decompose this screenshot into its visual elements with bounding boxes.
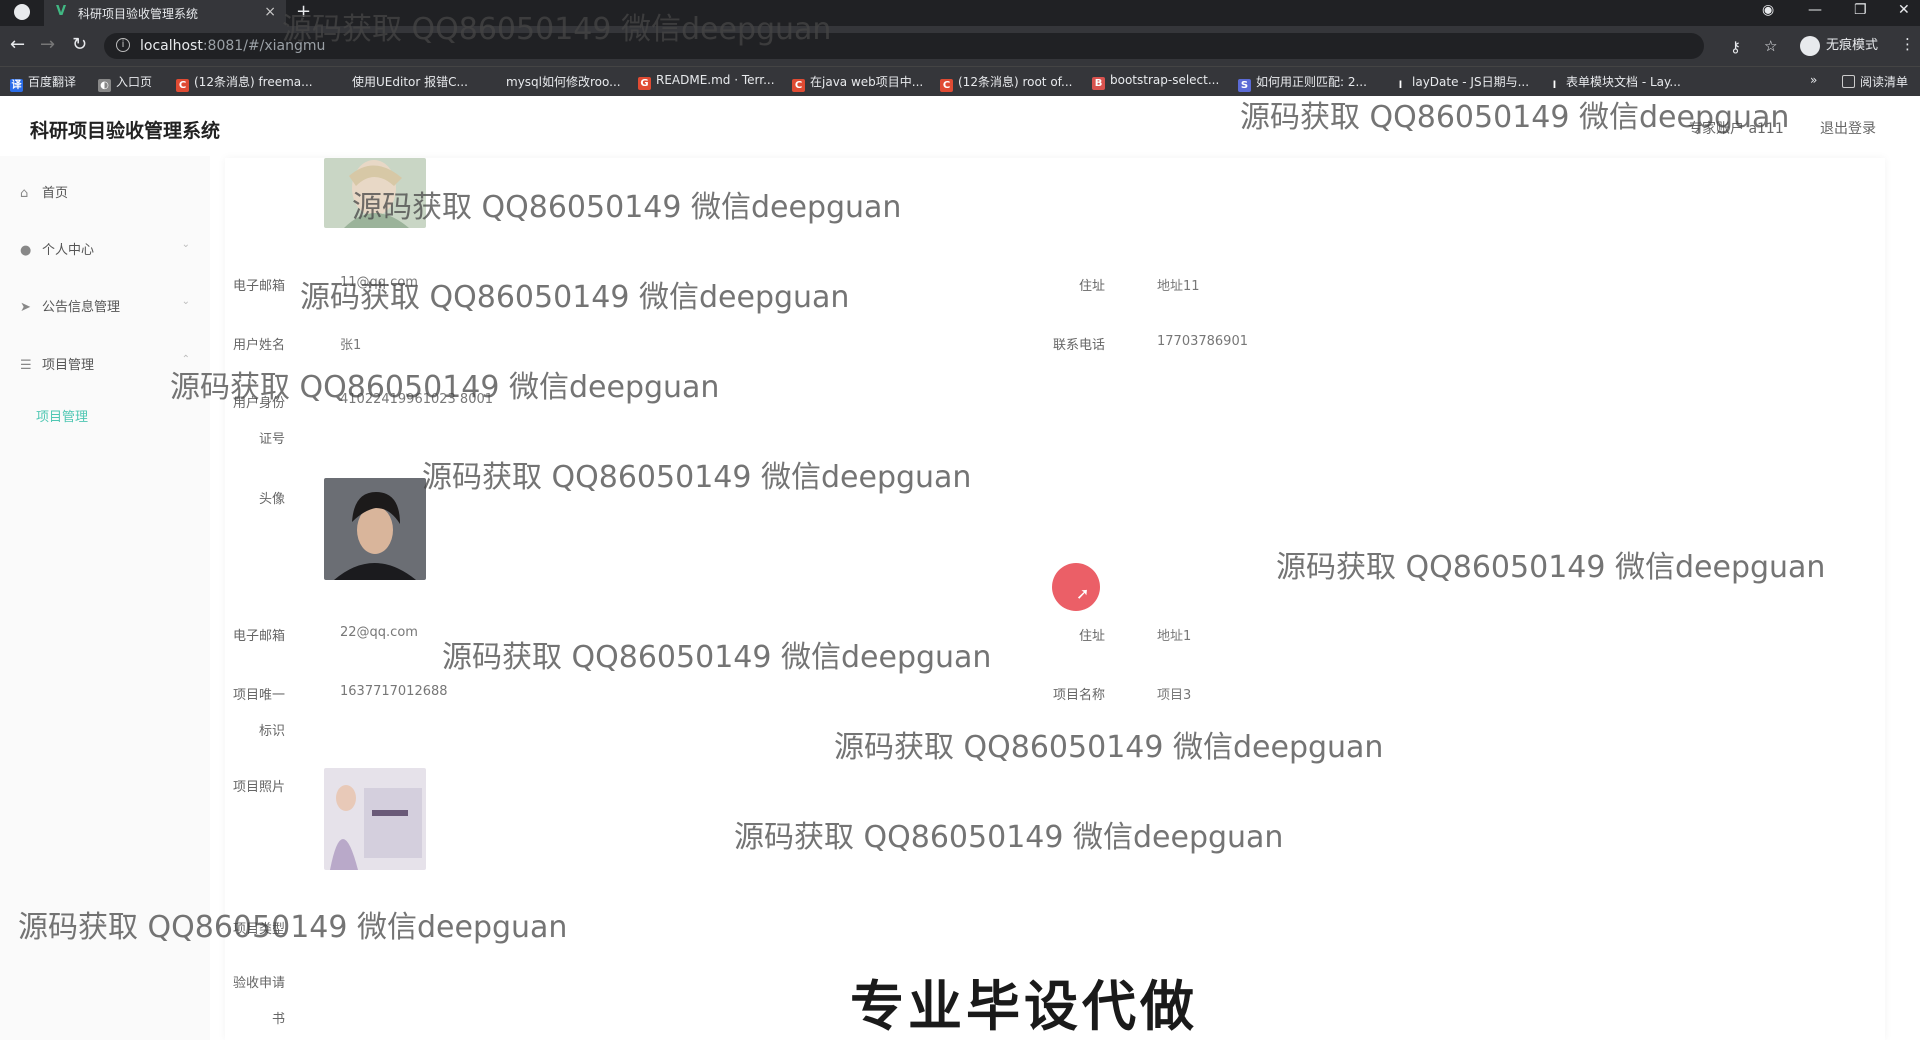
profile-icon[interactable]: ◉ bbox=[1762, 2, 1774, 18]
sidebar-item-home[interactable]: ⌂ 首页 bbox=[20, 182, 190, 201]
url-text: localhost:8081/#/xiangmu bbox=[140, 38, 326, 54]
bookmark-item[interactable]: 译百度翻译 bbox=[10, 73, 76, 92]
address-label: 住址 bbox=[1078, 279, 1105, 294]
bookmark-item[interactable]: ◐ 入口页 bbox=[98, 73, 152, 92]
cursor-arrow-icon: ➚ bbox=[1076, 584, 1090, 603]
address-value: 地址11 bbox=[1157, 279, 1200, 294]
project-name-label: 项目名称 bbox=[1052, 688, 1105, 703]
acceptance-doc-label: 验收申请 bbox=[232, 976, 285, 991]
address-bar[interactable]: i localhost:8081/#/xiangmu ⚷ ☆ bbox=[104, 33, 1777, 59]
tab-close-icon[interactable]: × bbox=[264, 4, 276, 20]
id-number-label-cont: 证号 bbox=[258, 432, 285, 447]
bookmark-item[interactable]: C (12条消息) root of... bbox=[940, 73, 1072, 92]
logout-button[interactable]: 退出登录 bbox=[1820, 118, 1876, 138]
email-value: 22@qq.com bbox=[340, 625, 418, 640]
layui-icon: l bbox=[1548, 79, 1561, 92]
bookmark-item[interactable]: S 如何用正则匹配: 2... bbox=[1238, 73, 1367, 92]
email-label: 电子邮箱 bbox=[232, 629, 285, 644]
name-value: 张1 bbox=[340, 338, 362, 353]
bookmark-item[interactable]: Bbootstrap-select... bbox=[1092, 73, 1219, 91]
id-number-label: 用户身份 bbox=[232, 396, 285, 411]
vue-favicon-icon: V bbox=[56, 4, 67, 19]
email-label: 电子邮箱 bbox=[232, 279, 285, 294]
tab-title: 科研项目验收管理系统 bbox=[78, 7, 199, 21]
sidebar-item-notice-management[interactable]: ➤ 公告信息管理 ⌄ bbox=[20, 296, 190, 315]
sidebar-item-project-management[interactable]: ☰ 项目管理 ⌃ bbox=[20, 354, 190, 373]
bookmarks-bar: 译百度翻译 ◐ 入口页 C (12条消息) freema... 使用UEditor … bbox=[0, 66, 1920, 96]
bookmark-star-icon[interactable]: ☆ bbox=[1764, 37, 1777, 55]
home-icon: ⌂ bbox=[20, 186, 29, 201]
back-button[interactable]: ← bbox=[10, 34, 25, 56]
close-window-button[interactable]: ✕ bbox=[1898, 2, 1910, 18]
bookmark-item[interactable]: mysql如何修改roo... bbox=[506, 73, 621, 91]
email-value: 11@qq.com bbox=[340, 275, 418, 290]
incognito-icon bbox=[1800, 35, 1820, 56]
browser-tab-active[interactable]: V 科研项目验收管理系统 × bbox=[44, 0, 286, 26]
forward-button[interactable]: → bbox=[40, 34, 55, 56]
incognito-indicator[interactable]: 无痕模式 bbox=[1800, 34, 1878, 56]
sidebar-subitem-project-management[interactable]: 项目管理 bbox=[36, 406, 88, 425]
chevron-down-icon: ⌄ bbox=[181, 239, 190, 250]
avatar-label: 头像 bbox=[258, 492, 285, 507]
address-label: 住址 bbox=[1078, 629, 1105, 644]
account-label: 专家账户 a111 bbox=[1688, 121, 1784, 137]
gitee-icon: G bbox=[638, 77, 651, 90]
reading-list-icon bbox=[1842, 75, 1855, 88]
csdn-icon: C bbox=[792, 79, 805, 92]
send-icon: ➤ bbox=[20, 300, 31, 315]
phone-value: 17703786901 bbox=[1157, 334, 1248, 349]
menu-kebab-icon[interactable]: ⋮ bbox=[1900, 35, 1915, 53]
csdn-icon: C bbox=[176, 79, 189, 92]
acceptance-doc-label-cont: 书 bbox=[271, 1012, 285, 1027]
bookmark-item[interactable]: C (12条消息) freema... bbox=[176, 73, 313, 92]
bootstrap-icon: B bbox=[1092, 77, 1105, 90]
list-icon: ☰ bbox=[20, 358, 32, 373]
globe-icon bbox=[14, 4, 30, 20]
user-avatar bbox=[324, 478, 426, 580]
project-type-label: 项目类型 bbox=[232, 922, 285, 937]
csdn-icon: C bbox=[940, 79, 953, 92]
sidebar-item-personal-center[interactable]: ● 个人中心 ⌄ bbox=[20, 239, 190, 258]
project-photo bbox=[324, 768, 426, 870]
user-icon: ● bbox=[20, 243, 32, 258]
incognito-label: 无痕模式 bbox=[1826, 38, 1879, 53]
browser-toolbar: ← → ↻ i localhost:8081/#/xiangmu ⚷ ☆ 无痕模… bbox=[0, 26, 1920, 66]
bookmark-item[interactable]: l layDate - JS日期与... bbox=[1394, 73, 1529, 92]
reload-button[interactable]: ↻ bbox=[72, 34, 87, 56]
expert-avatar bbox=[324, 158, 426, 228]
bookmark-item[interactable]: G README.md · Terr... bbox=[638, 73, 775, 91]
more-bookmarks-icon[interactable]: » bbox=[1810, 73, 1817, 91]
site-info-icon[interactable]: i bbox=[116, 38, 130, 52]
layui-icon: l bbox=[1394, 79, 1407, 92]
new-tab-button[interactable]: + bbox=[296, 1, 311, 22]
promo-banner: 专业毕设代做 bbox=[850, 975, 1198, 1038]
sidebar: ⌂ 首页 ● 个人中心 ⌄ ➤ 公告信息管理 ⌄ ☰ 项目管理 ⌃ 项目管理 bbox=[0, 156, 210, 1040]
app-root: 科研项目验收管理系统 专家账户 a111 退出登录 ⌂ 首页 ● 个人中心 ⌄ ➤ 公告… bbox=[0, 96, 1920, 1040]
project-id-label-cont: 标识 bbox=[258, 724, 285, 739]
chevron-down-icon: ⌄ bbox=[181, 296, 190, 307]
project-name-value: 项目3 bbox=[1157, 688, 1192, 703]
key-icon[interactable]: ⚷ bbox=[1730, 38, 1741, 56]
app-title: 科研项目验收管理系统 bbox=[30, 120, 221, 142]
project-photo-label: 项目照片 bbox=[232, 780, 285, 795]
bookmark-item[interactable]: l 表单模块文档 - Lay... bbox=[1548, 73, 1681, 92]
project-id-value: 1637717012688 bbox=[340, 684, 448, 699]
reading-list[interactable]: 阅读清单 bbox=[1842, 73, 1908, 91]
segmentfault-icon: S bbox=[1238, 79, 1251, 92]
bookmark-item[interactable]: C 在java web项目中... bbox=[792, 73, 923, 92]
id-number-value: 41022419961023 8001 bbox=[340, 392, 494, 407]
bookmark-item[interactable]: 使用UEditor 报错C... bbox=[352, 73, 468, 91]
chevron-up-icon: ⌃ bbox=[181, 354, 190, 365]
restore-button[interactable]: ❐ bbox=[1854, 2, 1867, 18]
minimize-button[interactable]: — bbox=[1808, 2, 1822, 18]
browser-tabbar: V 科研项目验收管理系统 × + ◉ — ❐ ✕ bbox=[0, 0, 1920, 26]
translate-icon: 译 bbox=[10, 79, 23, 92]
project-id-label: 项目唯一 bbox=[232, 688, 285, 703]
phone-label: 联系电话 bbox=[1052, 338, 1105, 353]
name-label: 用户姓名 bbox=[232, 338, 285, 353]
address-value: 地址1 bbox=[1157, 629, 1192, 644]
portal-icon: ◐ bbox=[98, 79, 111, 92]
